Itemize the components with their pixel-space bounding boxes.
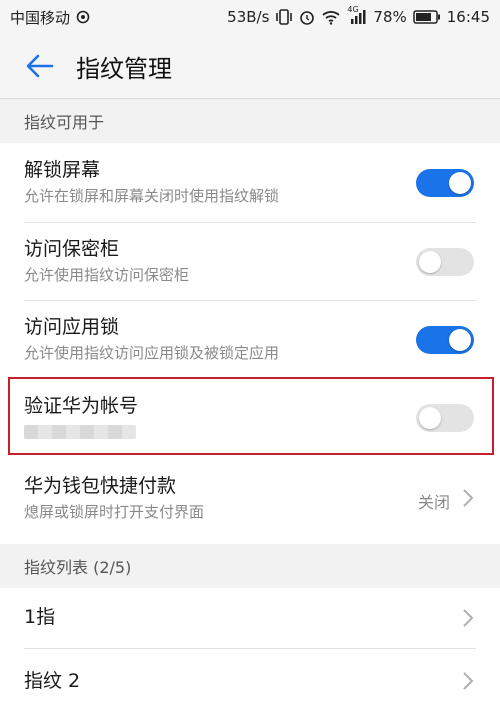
wallet-quick-pay-row[interactable]: 华为钱包快捷付款 熄屏或锁屏时打开支付界面 关闭	[0, 458, 500, 540]
chevron-right-icon	[462, 608, 474, 628]
row-subtitle: 允许在锁屏和屏幕关闭时使用指纹解锁	[24, 187, 280, 205]
access-safe-row[interactable]: 访问保密柜 允许使用指纹访问保密柜	[0, 223, 500, 300]
carrier-label: 中国移动	[10, 8, 71, 27]
back-button[interactable]	[12, 38, 68, 94]
verify-account-row[interactable]: 验证华为帐号	[0, 379, 500, 455]
row-title: 解锁屏幕	[24, 159, 101, 181]
row-title: 指纹 2	[24, 670, 81, 692]
row-title: 验证华为帐号	[24, 395, 139, 417]
app-bar: 指纹管理	[0, 34, 500, 98]
vibrate-icon	[275, 9, 293, 25]
wifi-icon	[321, 9, 341, 25]
network-speed: 53B/s	[227, 8, 270, 26]
section-header-usage: 指纹可用于	[0, 99, 500, 143]
app-lock-row[interactable]: 访问应用锁 允许使用指纹访问应用锁及被锁定应用	[0, 301, 500, 378]
battery-icon	[413, 10, 441, 24]
row-title: 访问保密柜	[24, 238, 120, 260]
section-header-fingerprint-list: 指纹列表 (2/5)	[0, 544, 500, 588]
row-title: 华为钱包快捷付款	[24, 475, 177, 497]
fingerprint-item-2[interactable]: 指纹 2	[0, 649, 500, 711]
blurred-account-id	[24, 425, 136, 439]
wallet-value: 关闭	[417, 493, 450, 512]
alarm-icon	[299, 9, 315, 25]
hotspot-icon	[76, 10, 90, 24]
fingerprint-item-1[interactable]: 1指	[0, 588, 500, 648]
access-safe-toggle[interactable]	[416, 248, 474, 276]
row-subtitle: 熄屏或锁屏时打开支付界面	[24, 503, 205, 521]
clock: 16:45	[446, 8, 490, 26]
unlock-screen-row[interactable]: 解锁屏幕 允许在锁屏和屏幕关闭时使用指纹解锁	[0, 143, 500, 222]
status-bar: 中国移动 53B/s 4G 78% 16:45	[0, 0, 500, 34]
row-title: 访问应用锁	[24, 316, 120, 338]
arrow-left-icon	[26, 54, 54, 78]
network-type-label: 4G	[347, 5, 359, 14]
row-title: 1指	[24, 606, 56, 628]
page-title: 指纹管理	[76, 54, 172, 83]
battery-percent: 78%	[373, 8, 407, 26]
row-subtitle: 允许使用指纹访问应用锁及被锁定应用	[24, 344, 280, 362]
chevron-right-icon	[462, 671, 474, 691]
app-lock-toggle[interactable]	[416, 326, 474, 354]
verify-account-toggle[interactable]	[416, 404, 474, 432]
row-subtitle: 允许使用指纹访问保密柜	[24, 266, 190, 284]
signal-icon: 4G	[347, 5, 367, 25]
chevron-right-icon	[462, 488, 474, 508]
unlock-screen-toggle[interactable]	[416, 169, 474, 197]
